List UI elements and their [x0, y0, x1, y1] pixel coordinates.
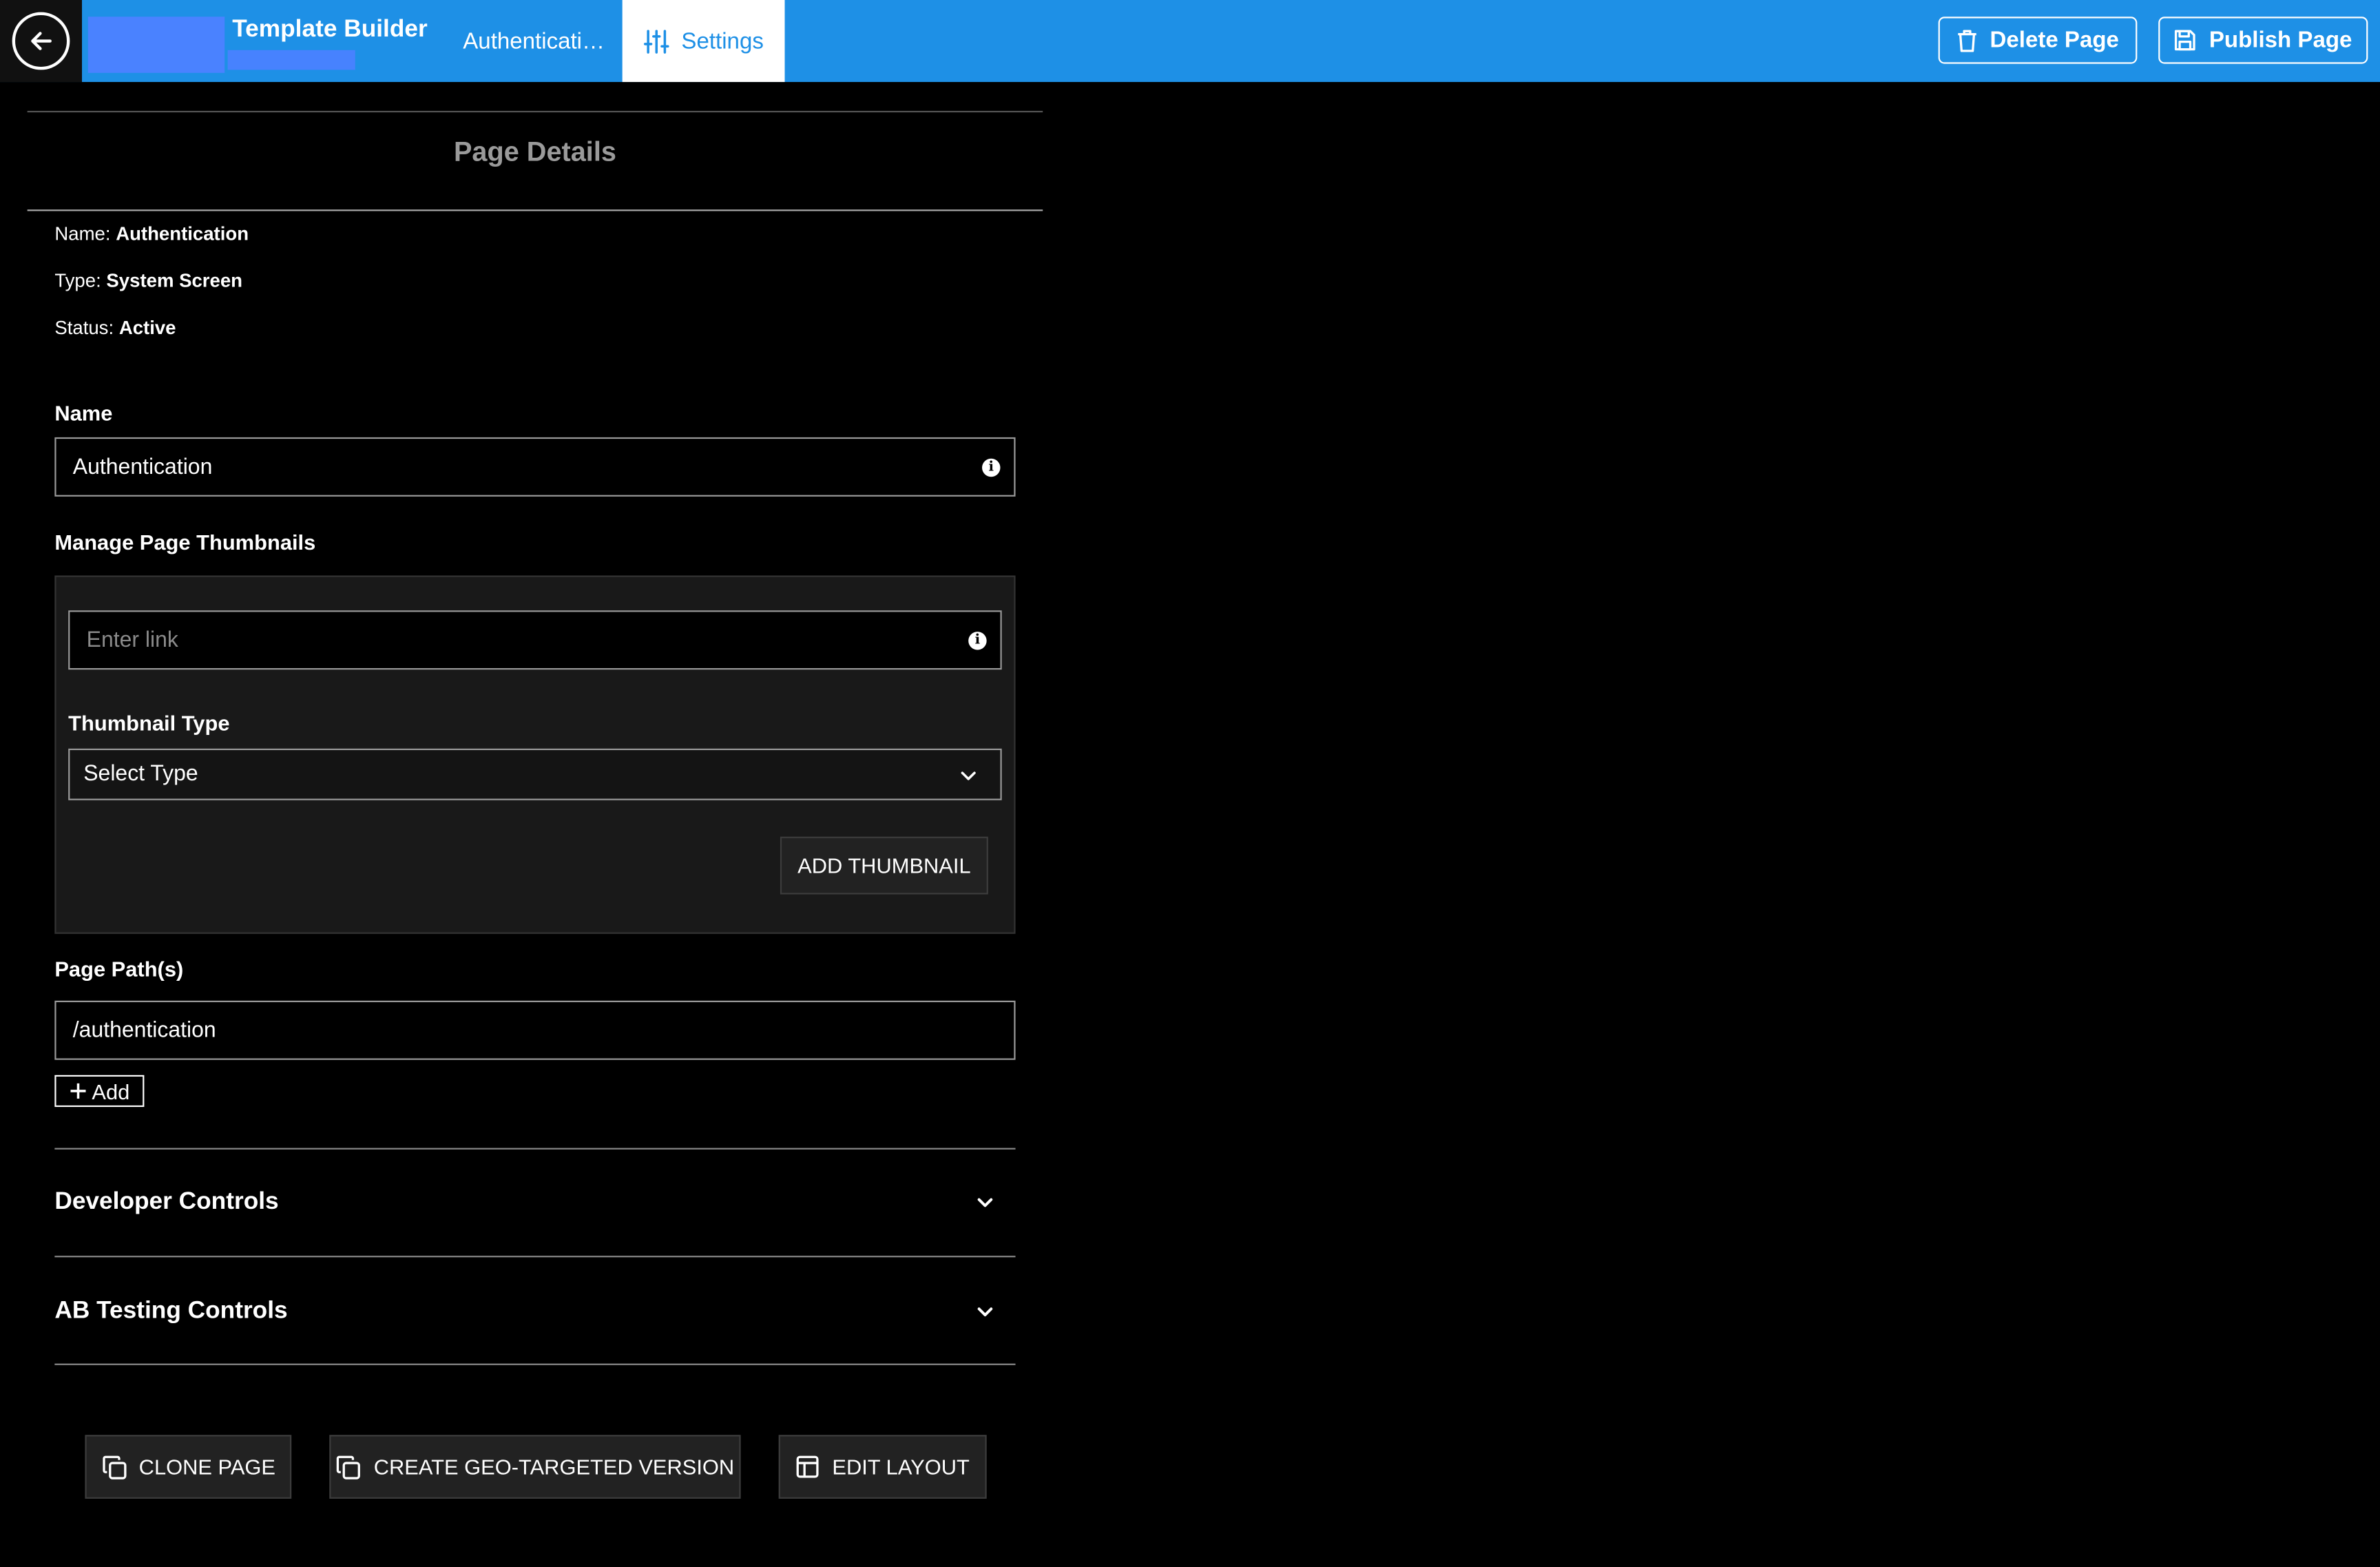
add-path-button[interactable]: Add: [54, 1075, 145, 1108]
meta-name: Name: Authentication: [54, 223, 249, 245]
name-field-label: Name: [54, 400, 113, 426]
ab-testing-controls-accordion[interactable]: AB Testing Controls: [54, 1257, 1015, 1365]
add-path-label: Add: [92, 1079, 130, 1103]
subtitle-redacted: [227, 50, 355, 70]
meta-status-label: Status:: [54, 317, 114, 339]
back-button[interactable]: [12, 12, 70, 70]
tab-settings-label: Settings: [681, 28, 764, 54]
info-icon[interactable]: i: [982, 457, 1001, 477]
divider: [27, 209, 1043, 211]
layout-icon: [797, 1455, 820, 1478]
edit-layout-button[interactable]: EDIT LAYOUT: [778, 1435, 987, 1499]
name-input[interactable]: Authentication i: [54, 437, 1016, 497]
divider: [54, 1363, 1016, 1365]
publish-page-label: Publish Page: [2209, 27, 2352, 54]
thumbnail-type-label: Thumbnail Type: [68, 710, 230, 735]
copy-icon: [337, 1455, 361, 1479]
name-input-value: Authentication: [72, 455, 213, 479]
copy-icon: [102, 1455, 126, 1479]
app-title: Template Builder: [232, 17, 428, 43]
meta-name-label: Name:: [54, 223, 111, 245]
page-paths-label: Page Path(s): [54, 956, 184, 982]
panel-title: Page Details: [453, 136, 616, 167]
meta-type-value: System Screen: [106, 270, 243, 292]
thumbnail-type-value: Select Type: [83, 762, 198, 787]
thumbnail-link-input[interactable]: Enter link i: [68, 610, 1002, 670]
thumbnails-label: Manage Page Thumbnails: [54, 530, 316, 554]
page-path-input[interactable]: /authentication: [54, 1000, 1016, 1060]
clone-page-label: CLONE PAGE: [138, 1454, 276, 1480]
create-geo-targeted-label: CREATE GEO-TARGETED VERSION: [373, 1454, 735, 1480]
delete-page-label: Delete Page: [1990, 27, 2119, 54]
trash-icon: [1958, 29, 1976, 52]
arrow-left-icon: [31, 32, 52, 50]
logo-redacted: [87, 17, 225, 73]
add-thumbnail-button[interactable]: ADD THUMBNAIL: [780, 836, 988, 895]
tab-settings[interactable]: Settings: [622, 0, 785, 83]
tab-page[interactable]: Authenticati…: [448, 0, 620, 82]
meta-name-value: Authentication: [116, 223, 249, 245]
edit-layout-label: EDIT LAYOUT: [832, 1454, 970, 1480]
clone-page-button[interactable]: CLONE PAGE: [85, 1435, 292, 1499]
sliders-icon: [643, 29, 669, 53]
meta-status-value: Active: [118, 317, 176, 339]
delete-page-button[interactable]: Delete Page: [1938, 17, 2138, 64]
developer-controls-title: Developer Controls: [54, 1188, 279, 1214]
thumbnail-type-select[interactable]: Select Type: [68, 748, 1002, 800]
developer-controls-accordion[interactable]: Developer Controls: [54, 1148, 1015, 1256]
meta-type-label: Type:: [54, 270, 101, 292]
publish-page-button[interactable]: Publish Page: [2158, 17, 2368, 64]
meta-status: Status: Active: [54, 318, 176, 339]
divider: [27, 110, 1043, 113]
plus-icon: [70, 1083, 85, 1099]
page-path-value: /authentication: [72, 1018, 216, 1043]
chevron-down-icon: [977, 1307, 993, 1316]
info-icon[interactable]: i: [968, 630, 987, 650]
chevron-down-icon: [977, 1197, 993, 1207]
top-bar: Template Builder Authenticati… Settings: [0, 0, 2380, 83]
app-stage: Template Builder Authenticati… Settings: [0, 0, 2380, 1567]
meta-type: Type: System Screen: [54, 270, 242, 291]
back-zone: [0, 0, 83, 83]
thumbnail-link-placeholder: Enter link: [86, 627, 178, 652]
chevron-down-icon: [961, 771, 976, 780]
add-thumbnail-label: ADD THUMBNAIL: [797, 853, 971, 878]
create-geo-targeted-button[interactable]: CREATE GEO-TARGETED VERSION: [329, 1435, 741, 1499]
ab-testing-controls-title: AB Testing Controls: [54, 1297, 288, 1324]
save-icon: [2175, 30, 2196, 51]
